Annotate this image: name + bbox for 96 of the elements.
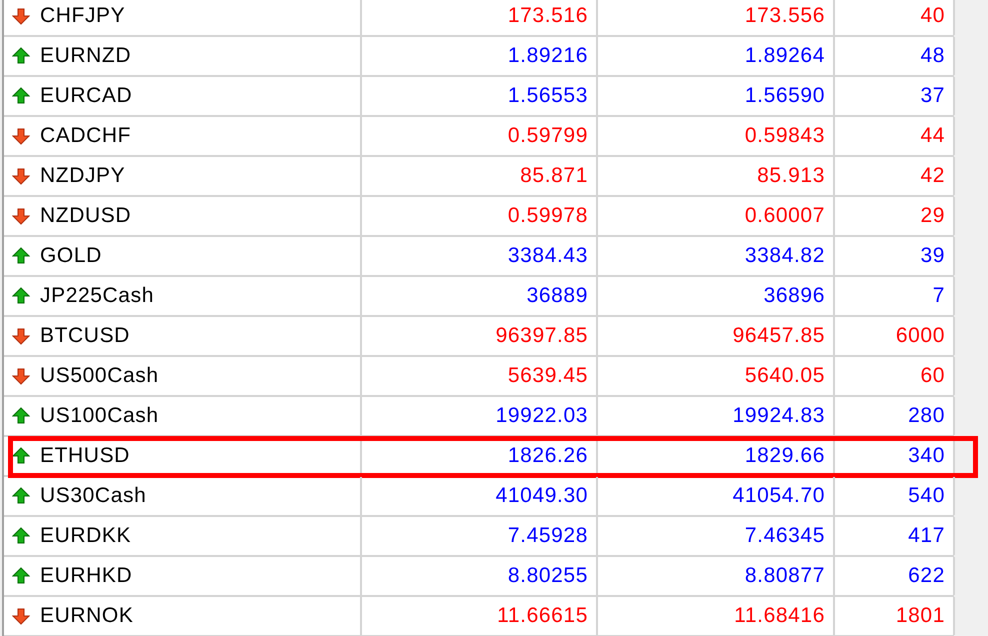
quote-row[interactable]: EURNOK 11.66615 11.68416 1801	[4, 597, 954, 636]
bid-cell: 1826.26	[362, 437, 598, 475]
up-arrow-icon	[12, 567, 30, 585]
symbol-name: JP225Cash	[40, 284, 154, 308]
up-arrow-icon	[12, 287, 30, 305]
quote-row[interactable]: US30Cash 41049.30 41054.70 540	[4, 477, 954, 517]
spread-cell: 6000	[835, 317, 955, 355]
symbol-name: NZDJPY	[40, 164, 126, 188]
bid-cell: 8.80255	[362, 557, 598, 595]
quote-row[interactable]: CADCHF 0.59799 0.59843 44	[4, 117, 954, 157]
quote-row[interactable]: US500Cash 5639.45 5640.05 60	[4, 357, 954, 397]
bid-cell: 0.59799	[362, 117, 598, 155]
quote-row[interactable]: NZDUSD 0.59978 0.60007 29	[4, 197, 954, 237]
spread-cell: 29	[835, 197, 955, 235]
symbol-name: NZDUSD	[40, 204, 132, 228]
quote-row[interactable]: US100Cash 19922.03 19924.83 280	[4, 397, 954, 437]
bid-cell: 1.56553	[362, 77, 598, 115]
down-arrow-icon	[12, 167, 30, 185]
up-arrow-icon	[12, 47, 30, 65]
quote-row[interactable]: CHFJPY 173.516 173.556 40	[4, 0, 954, 37]
ask-cell: 85.913	[598, 157, 835, 195]
symbol-name: BTCUSD	[40, 324, 130, 348]
spread-cell: 622	[835, 557, 955, 595]
spread-cell: 417	[835, 517, 955, 555]
symbol-name: ETHUSD	[40, 444, 130, 468]
quote-row[interactable]: EURCAD 1.56553 1.56590 37	[4, 77, 954, 117]
symbol-name: EURCAD	[40, 84, 132, 108]
ask-cell: 1.89264	[598, 37, 835, 75]
quote-row[interactable]: BTCUSD 96397.85 96457.85 6000	[4, 317, 954, 357]
up-arrow-icon	[12, 527, 30, 545]
down-arrow-icon	[12, 207, 30, 225]
quote-row[interactable]: EURNZD 1.89216 1.89264 48	[4, 37, 954, 77]
symbol-name: CHFJPY	[40, 4, 126, 28]
symbol-name: US100Cash	[40, 404, 159, 428]
bid-cell: 7.45928	[362, 517, 598, 555]
spread-cell: 42	[835, 157, 955, 195]
quote-row[interactable]: EURHKD 8.80255 8.80877 622	[4, 557, 954, 597]
bid-cell: 36889	[362, 277, 598, 315]
bid-cell: 173.516	[362, 0, 598, 35]
up-arrow-icon	[12, 247, 30, 265]
quote-row[interactable]: JP225Cash 36889 36896 7	[4, 277, 954, 317]
ask-cell: 41054.70	[598, 477, 835, 515]
bid-cell: 19922.03	[362, 397, 598, 435]
symbol-name: EURNZD	[40, 44, 132, 68]
quote-row[interactable]: ETHUSD 1826.26 1829.66 340	[4, 437, 954, 477]
down-arrow-icon	[12, 327, 30, 345]
bid-cell: 1.89216	[362, 37, 598, 75]
up-arrow-icon	[12, 407, 30, 425]
spread-cell: 1801	[835, 597, 955, 635]
spread-cell: 37	[835, 77, 955, 115]
ask-cell: 1.56590	[598, 77, 835, 115]
symbol-name: EURNOK	[40, 604, 134, 628]
down-arrow-icon	[12, 7, 30, 25]
ask-cell: 36896	[598, 277, 835, 315]
symbol-name: CADCHF	[40, 124, 132, 148]
bid-cell: 3384.43	[362, 237, 598, 275]
spread-cell: 280	[835, 397, 955, 435]
ask-cell: 96457.85	[598, 317, 835, 355]
ask-cell: 173.556	[598, 0, 835, 35]
ask-cell: 3384.82	[598, 237, 835, 275]
quote-row[interactable]: EURDKK 7.45928 7.46345 417	[4, 517, 954, 557]
bid-cell: 0.59978	[362, 197, 598, 235]
bid-cell: 41049.30	[362, 477, 598, 515]
quote-row[interactable]: GOLD 3384.43 3384.82 39	[4, 237, 954, 277]
spread-cell: 540	[835, 477, 955, 515]
up-arrow-icon	[12, 447, 30, 465]
spread-cell: 340	[835, 437, 955, 475]
quote-row[interactable]: NZDJPY 85.871 85.913 42	[4, 157, 954, 197]
spread-cell: 39	[835, 237, 955, 275]
spread-cell: 48	[835, 37, 955, 75]
spread-cell: 7	[835, 277, 955, 315]
bid-cell: 11.66615	[362, 597, 598, 635]
ask-cell: 0.59843	[598, 117, 835, 155]
symbol-name: EURDKK	[40, 524, 132, 548]
symbol-name: US500Cash	[40, 364, 159, 388]
down-arrow-icon	[12, 367, 30, 385]
bid-cell: 85.871	[362, 157, 598, 195]
ask-cell: 19924.83	[598, 397, 835, 435]
up-arrow-icon	[12, 87, 30, 105]
bid-cell: 5639.45	[362, 357, 598, 395]
up-arrow-icon	[12, 487, 30, 505]
spread-cell: 60	[835, 357, 955, 395]
symbol-name: GOLD	[40, 244, 102, 268]
spread-cell: 40	[835, 0, 955, 35]
ask-cell: 5640.05	[598, 357, 835, 395]
symbol-name: EURHKD	[40, 564, 132, 588]
ask-cell: 1829.66	[598, 437, 835, 475]
spread-cell: 44	[835, 117, 955, 155]
ask-cell: 11.68416	[598, 597, 835, 635]
ask-cell: 8.80877	[598, 557, 835, 595]
symbol-name: US30Cash	[40, 484, 146, 508]
bid-cell: 96397.85	[362, 317, 598, 355]
ask-cell: 0.60007	[598, 197, 835, 235]
down-arrow-icon	[12, 127, 30, 145]
ask-cell: 7.46345	[598, 517, 835, 555]
down-arrow-icon	[12, 607, 30, 625]
